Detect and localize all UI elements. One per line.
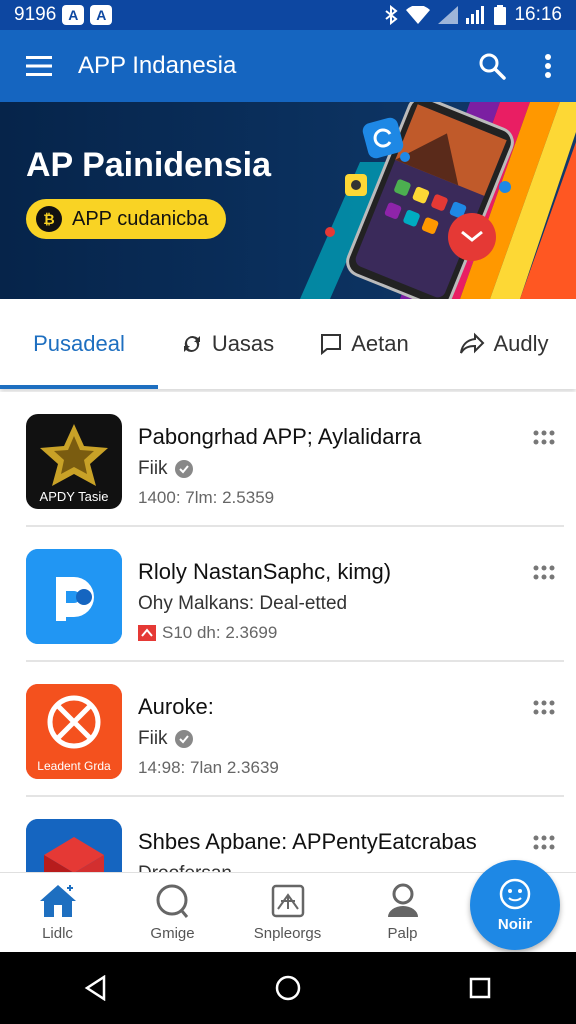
recents-square-icon	[469, 977, 491, 999]
signal-icon	[438, 6, 459, 24]
app-title: Rloly NastanSaphc, kimg)	[138, 559, 392, 584]
status-bar: 9196 A A 16:16	[0, 0, 576, 30]
grid-dots-icon[interactable]	[532, 833, 556, 853]
tab-label: Audly	[493, 331, 549, 356]
fab-label: Noiir	[497, 915, 533, 933]
grid-dots-icon[interactable]	[532, 428, 556, 448]
back-triangle-icon	[84, 975, 106, 1001]
app-bar: APP Indanesia	[0, 30, 576, 102]
category-tabs: Pusadeal Uasas Aetan Audly	[0, 299, 576, 389]
fab-button[interactable]: Noiir	[470, 860, 560, 950]
nav-item-palp[interactable]: Palp	[345, 873, 460, 952]
notification-app-icon: A	[90, 5, 113, 25]
chat-bubble-icon	[499, 878, 531, 909]
share-icon	[460, 332, 485, 354]
tab-uasas[interactable]: Uasas	[158, 299, 296, 389]
signal-icon	[466, 6, 485, 24]
list-item[interactable]: APDY Tasie Pabongrhad APP; Aylalidarra F…	[26, 392, 564, 527]
app-icon	[26, 819, 122, 872]
hamburger-icon	[26, 56, 52, 76]
app-title: APP Indanesia	[78, 52, 237, 79]
banner-cta-button[interactable]: ₿ APP cudanicba	[26, 199, 226, 239]
app-meta: 1400: 7lm: 2.5359	[138, 488, 275, 507]
notification-app-icon: A	[62, 5, 85, 25]
nav-label: Snplеorgs	[253, 925, 322, 942]
app-list: APDY Tasie Pabongrhad APP; Aylalidarra F…	[0, 392, 576, 872]
target-icon: Leadent Grda	[26, 684, 122, 779]
nav-item-snpleorgs[interactable]: Snplеorgs	[230, 873, 345, 952]
more-options-button[interactable]	[520, 30, 576, 102]
status-time-left: 9196	[14, 4, 57, 25]
list-item[interactable]: Rloly NastanSaphc, kimg) Ohy Malkans: De…	[26, 527, 564, 662]
app-icon: APDY Tasie	[26, 414, 122, 509]
home-circle-icon	[275, 975, 301, 1001]
app-title: Auroke:	[138, 694, 214, 719]
flag-icon	[138, 625, 156, 641]
search-button[interactable]	[464, 30, 520, 102]
bluetooth-icon	[385, 5, 399, 25]
nav-item-gmige[interactable]: Gmige	[115, 873, 230, 952]
tab-pusadeal[interactable]: Pusadeal	[0, 299, 158, 389]
tab-label: Aetan	[351, 331, 409, 356]
app-icon	[26, 549, 122, 644]
search-icon	[479, 53, 506, 80]
banner-title: AP Painidensia	[26, 146, 272, 184]
chat-icon	[321, 334, 342, 356]
tent-icon	[271, 884, 304, 918]
tab-label: Uasas	[211, 331, 275, 356]
banner-cta-label: APP cudanicba	[72, 207, 209, 230]
app-meta: S10 dh: 2.3699	[162, 623, 278, 642]
list-item[interactable]: Leadent Grda Auroke: Fiik 14:98: 7lan 2.…	[26, 662, 564, 797]
battery-icon	[494, 5, 507, 25]
system-navigation-bar	[0, 952, 576, 1024]
app-meta: 14:98: 7lan 2.3639	[138, 758, 279, 777]
verified-badge-icon	[174, 730, 193, 748]
app-subtitle: Fiik	[138, 458, 168, 479]
app-icon-label: Leadent Grda	[37, 759, 111, 773]
nav-label: Lidlc	[42, 925, 73, 942]
app-icon: Leadent Grda	[26, 684, 122, 779]
currency-icon: ₿	[36, 206, 62, 232]
app-title: Pabongrhad APP; Aylalidarra	[138, 424, 422, 449]
app-logo-icon	[26, 549, 122, 644]
person-icon	[387, 883, 418, 917]
nav-label: Palp	[387, 925, 418, 942]
verified-badge-icon	[174, 460, 193, 478]
app-icon-label: APDY Tasie	[40, 489, 109, 504]
grid-dots-icon[interactable]	[532, 698, 556, 718]
app-title: Shbes Apbane: APPentyEatcrabas	[138, 829, 477, 854]
tab-audly[interactable]: Audly	[432, 299, 576, 389]
more-vert-icon	[545, 54, 551, 78]
app-subtitle: Fiik	[138, 728, 168, 749]
sync-icon	[183, 336, 200, 352]
back-button[interactable]	[76, 968, 116, 1008]
home-icon	[39, 885, 76, 917]
list-item[interactable]: Shbes Apbane: APPentyEatcrabas Droofersa…	[26, 797, 564, 872]
wifi-icon	[406, 6, 431, 24]
promo-banner[interactable]: AP Painidensia ₿ APP cudanicba	[0, 102, 576, 299]
search-circle-icon	[156, 884, 188, 918]
tab-aetan[interactable]: Aetan	[296, 299, 432, 389]
nav-label: Gmige	[150, 925, 195, 942]
nav-item-home[interactable]: Lidlc	[0, 873, 115, 952]
cube-logo-icon	[26, 819, 122, 872]
status-clock: 16:16	[514, 4, 562, 25]
tab-label: Pusadeal	[33, 331, 125, 356]
home-system-button[interactable]	[268, 968, 308, 1008]
grid-dots-icon[interactable]	[532, 563, 556, 583]
recents-button[interactable]	[460, 968, 500, 1008]
app-subtitle: Ohy Malkans: Deal-etted	[138, 593, 348, 614]
menu-button[interactable]	[0, 30, 78, 102]
app-subtitle: Droofersan	[138, 863, 232, 872]
trophy-star-icon: APDY Tasie	[40, 424, 109, 504]
